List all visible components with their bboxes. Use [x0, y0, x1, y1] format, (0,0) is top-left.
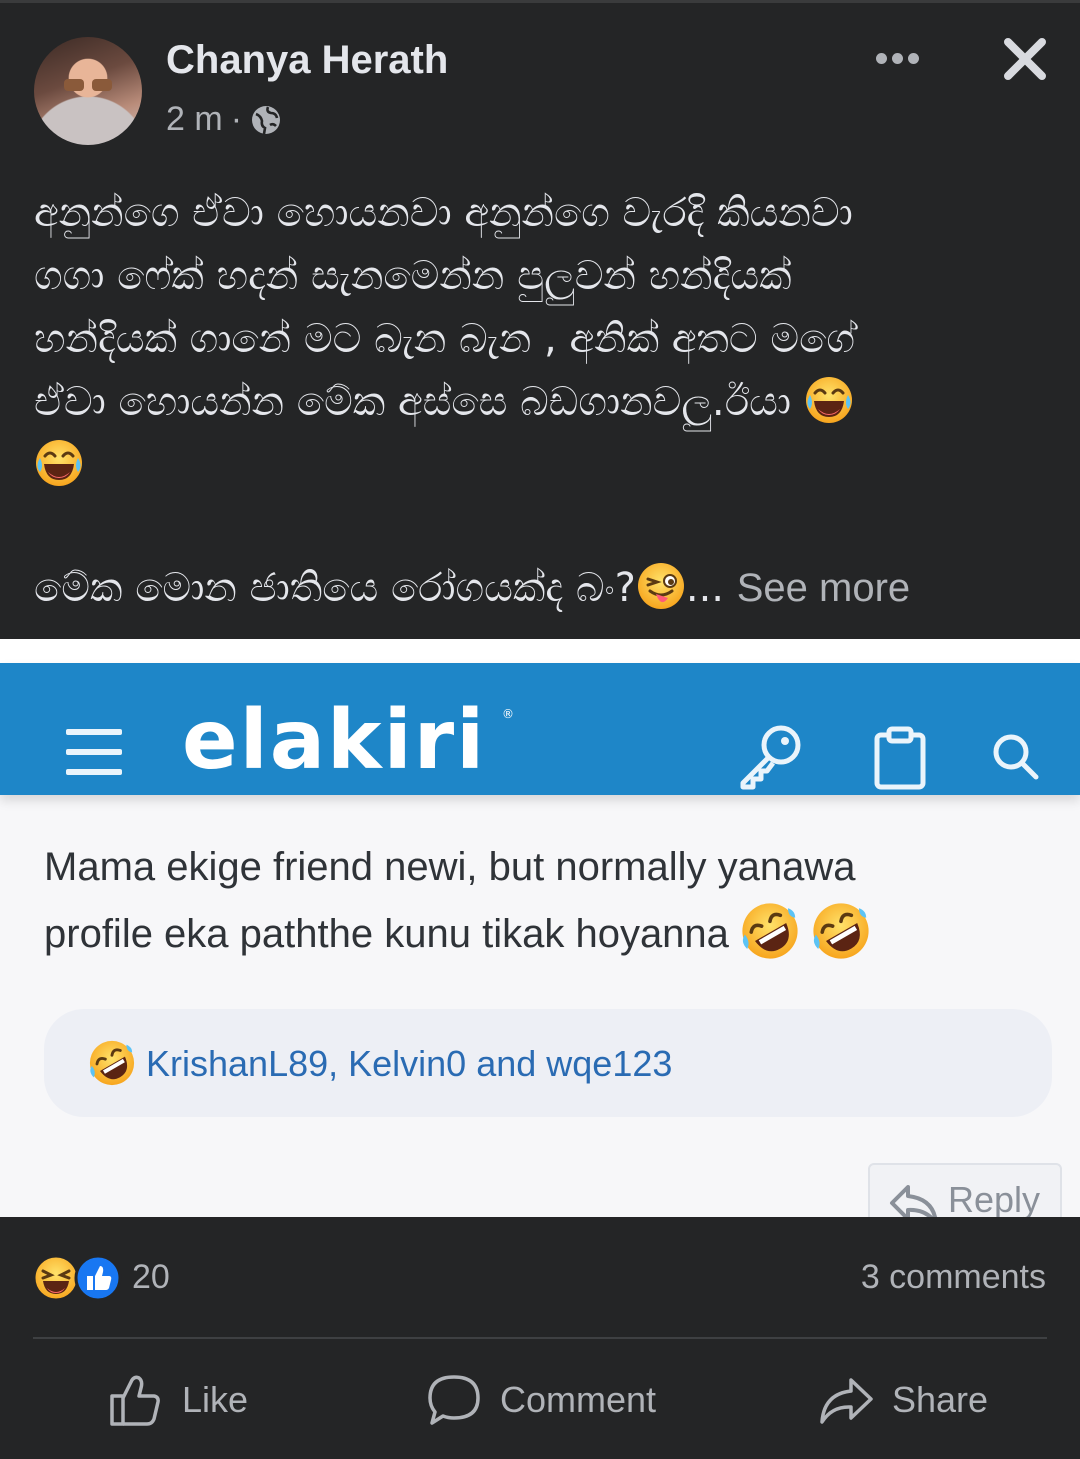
footer-divider: [33, 1337, 1047, 1339]
registered-mark: ®: [502, 707, 514, 721]
tears-of-joy-emoji: [804, 375, 854, 425]
share-label: Share: [892, 1379, 989, 1420]
clipboard-icon: [874, 726, 926, 790]
shared-image[interactable]: elakiri ® Mama ekige friend newi, but no…: [0, 639, 1080, 1217]
elakiri-logo: elakiri: [182, 693, 487, 788]
avatar[interactable]: [34, 37, 142, 145]
winking-tongue-emoji: [636, 561, 686, 611]
forum-comment-line1: Mama ekige friend newi, but normally yan…: [44, 845, 856, 889]
comment-button[interactable]: Comment: [426, 1370, 656, 1430]
forum-comment-line2: profile eka paththe kunu tikak hoyanna: [44, 912, 729, 956]
forum-reply-button: Reply: [868, 1163, 1062, 1217]
comment-icon: [428, 1375, 480, 1425]
comment-label: Comment: [500, 1379, 657, 1420]
top-border: [0, 0, 1080, 3]
rolling-laughing-emoji: [811, 901, 871, 961]
post-meta: 2 m ·: [166, 100, 282, 139]
globe-icon[interactable]: [250, 104, 282, 136]
see-more-link[interactable]: See more: [737, 566, 910, 610]
rolling-laughing-emoji: [740, 901, 800, 961]
reply-label: Reply: [948, 1179, 1041, 1217]
forum-comment: Mama ekige friend newi, but normally yan…: [44, 834, 1044, 968]
elakiri-header: elakiri ®: [0, 663, 1080, 795]
search-icon: [993, 734, 1039, 780]
reply-icon: [890, 1185, 938, 1217]
haha-reaction-icon: [32, 1254, 80, 1302]
share-icon: [820, 1378, 873, 1424]
like-label: Like: [182, 1379, 249, 1420]
more-options-icon[interactable]: [868, 40, 926, 76]
forum-reactions: KrishanL89, Kelvin0 and wqe123: [44, 1009, 1052, 1117]
author-name[interactable]: Chanya Herath: [166, 38, 448, 83]
tears-of-joy-emoji: [34, 438, 84, 488]
post-body-last-text: මේක මොන ජාතියෙ රෝගයක්ද බං?: [34, 565, 636, 611]
thumbs-up-icon: [110, 1375, 160, 1426]
close-icon[interactable]: [1000, 34, 1050, 84]
post-body-text: අනුන්ගෙ ඒවා හොයනවා අනුන්ගෙ වැරදි කියනවා …: [34, 190, 855, 425]
post-body-last-line: මේක මොන ජාතියෙ රෝගයක්ද බං?... See more: [34, 557, 1054, 620]
meta-separator: ·: [230, 100, 243, 138]
rolling-laughing-emoji: [88, 1039, 136, 1087]
share-button[interactable]: Share: [818, 1370, 988, 1430]
image-top-margin: [0, 639, 1080, 663]
like-button[interactable]: Like: [108, 1370, 248, 1430]
comments-count[interactable]: 3 comments: [861, 1258, 1046, 1297]
post-time[interactable]: 2 m: [166, 100, 223, 139]
hamburger-menu-icon: [66, 729, 122, 781]
key-icon: [740, 725, 801, 790]
reaction-icons[interactable]: [32, 1254, 124, 1302]
reaction-count[interactable]: 20: [132, 1258, 170, 1297]
reaction-names: KrishanL89, Kelvin0 and wqe123: [146, 1043, 673, 1084]
like-reaction-icon: [74, 1254, 122, 1302]
ellipsis: ...: [685, 565, 725, 611]
post-body: අනුන්ගෙ ඒවා හොයනවා අනුන්ගෙ වැරදි කියනවා …: [34, 182, 1046, 497]
